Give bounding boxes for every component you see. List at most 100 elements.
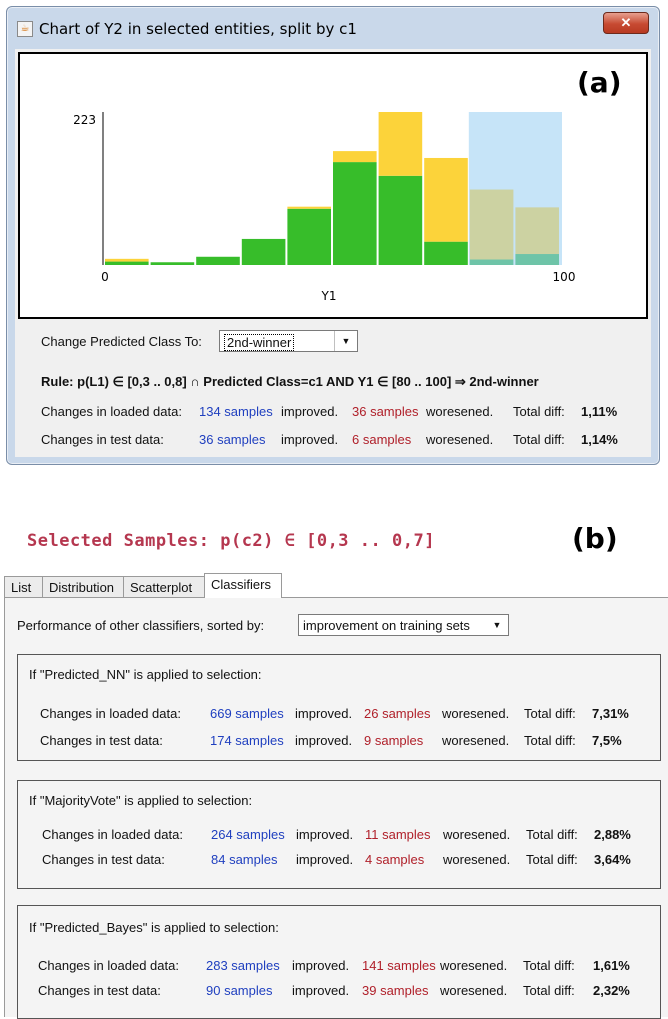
total-diff-label: Total diff: — [526, 827, 578, 842]
group-heading: If "MajorityVote" is applied to selectio… — [29, 793, 253, 808]
worsened-word: woresened. — [442, 733, 510, 748]
stat-label: Changes in test data: — [38, 983, 161, 998]
total-diff-label: Total diff: — [524, 733, 576, 748]
sort-value: improvement on training sets — [303, 618, 470, 633]
x-min-tick: 0 — [101, 270, 109, 284]
total-diff-value: 2,32% — [593, 983, 630, 998]
histogram-chart[interactable]: 223 0 100 Y1 — [20, 54, 646, 317]
improved-word: improved. — [281, 404, 339, 419]
total-diff-label: Total diff: — [513, 432, 565, 447]
bar-green-5[interactable] — [333, 162, 377, 265]
total-diff-label: Total diff: — [523, 958, 575, 973]
panel-tag-b: (b) — [572, 522, 618, 555]
total-diff-label: Total diff: — [524, 706, 576, 721]
total-diff-value: 2,88% — [594, 827, 631, 842]
stat-label: Changes in loaded data: — [38, 958, 179, 973]
bar-yellow-6[interactable] — [378, 112, 423, 176]
title-bar[interactable]: ☕ Chart of Y2 in selected entities, spli… — [7, 7, 659, 47]
chart-window: ☕ Chart of Y2 in selected entities, spli… — [6, 6, 660, 465]
bar-green-7[interactable] — [424, 241, 468, 265]
total-diff-label: Total diff: — [526, 852, 578, 867]
total-diff-value: 1,11% — [581, 404, 618, 419]
total-diff-value: 3,64% — [594, 852, 631, 867]
stat-label: Changes in loaded data: — [40, 706, 181, 721]
worsened-word: woresened. — [442, 706, 510, 721]
worsened-word: woresened. — [443, 827, 511, 842]
bar-green-6[interactable] — [378, 175, 423, 265]
improved-word: improved. — [295, 706, 353, 721]
classifier-group-majority-vote: If "MajorityVote" is applied to selectio… — [17, 780, 661, 889]
bar-yellow-8[interactable] — [469, 189, 514, 260]
total-diff-label: Total diff: — [523, 983, 575, 998]
rule-line: Rule: p(L1) ∈ [0,3 .. 0,8] ∩ Predicted C… — [41, 374, 539, 390]
stat-label: Changes in test data: — [40, 733, 163, 748]
rule-prefix: Rule: — [41, 374, 74, 389]
worsened-count: 4 samples — [365, 852, 425, 867]
window-title: Chart of Y2 in selected entities, split … — [39, 20, 357, 38]
rule-text: p(L1) ∈ [0,3 .. 0,8] ∩ Predicted Class=c… — [77, 374, 539, 389]
bar-green-1[interactable] — [150, 262, 195, 265]
worsened-count: 26 samples — [364, 706, 431, 721]
bar-green-9[interactable] — [515, 254, 559, 265]
improved-count: 84 samples — [211, 852, 278, 867]
stat-label: Changes in test data: — [42, 852, 165, 867]
change-class-label: Change Predicted Class To: — [41, 334, 202, 349]
bar-green-8[interactable] — [469, 259, 514, 265]
sort-select[interactable]: improvement on training sets ▼ — [298, 614, 509, 636]
close-button[interactable]: ✕ — [603, 12, 649, 34]
improved-word: improved. — [281, 432, 339, 447]
predicted-class-select[interactable]: 2nd-winner ▼ — [219, 330, 358, 352]
worsened-count: 39 samples — [362, 983, 429, 998]
bar-yellow-9[interactable] — [515, 207, 559, 255]
total-diff-value: 7,5% — [592, 733, 622, 748]
bar-green-3[interactable] — [241, 238, 286, 265]
total-diff-value: 1,61% — [593, 958, 630, 973]
worsened-count: 141 samples — [362, 958, 436, 973]
histogram-panel: (a) 223 0 100 Y1 — [18, 52, 648, 319]
worsened-count: 9 samples — [364, 733, 424, 748]
worsened-word: woresened. — [443, 852, 511, 867]
tab-classifiers[interactable]: Classifiers — [204, 573, 282, 598]
total-diff-value: 1,14% — [581, 432, 618, 447]
bar-yellow-7[interactable] — [424, 157, 468, 242]
improved-count: 90 samples — [206, 983, 273, 998]
improved-word: improved. — [296, 852, 354, 867]
improved-word: improved. — [292, 983, 350, 998]
predicted-class-value: 2nd-winner — [224, 334, 295, 351]
improved-word: improved. — [295, 733, 353, 748]
improved-count: 264 samples — [211, 827, 285, 842]
worsened-count: 11 samples — [365, 827, 431, 842]
total-diff-label: Total diff: — [513, 404, 565, 419]
stat-label: Changes in test data: — [41, 432, 164, 447]
worsened-word: woresened. — [440, 983, 508, 998]
selected-samples-title: Selected Samples: p(c2) ∈ [0,3 .. 0,7] — [27, 531, 435, 551]
worsened-word: woresened. — [426, 432, 494, 447]
tab-scatterplot[interactable]: Scatterplot — [123, 576, 205, 597]
tab-distribution[interactable]: Distribution — [42, 576, 124, 597]
total-diff-value: 7,31% — [592, 706, 629, 721]
improved-word: improved. — [292, 958, 350, 973]
group-heading: If "Predicted_Bayes" is applied to selec… — [29, 920, 279, 935]
sort-label: Performance of other classifiers, sorted… — [17, 618, 265, 633]
bar-green-2[interactable] — [196, 256, 240, 265]
java-app-icon: ☕ — [17, 21, 33, 37]
bar-yellow-0[interactable] — [105, 258, 149, 262]
bar-green-0[interactable] — [105, 261, 149, 265]
worsened-count: 6 samples — [352, 432, 412, 447]
improved-count: 669 samples — [210, 706, 284, 721]
window-client-area: (a) 223 0 100 Y1 Change Predicted Class … — [15, 49, 651, 457]
tab-list[interactable]: List — [4, 576, 43, 597]
bar-green-4[interactable] — [287, 208, 331, 265]
improved-count: 36 samples — [199, 432, 266, 447]
improved-count: 134 samples — [199, 404, 273, 419]
improved-count: 174 samples — [210, 733, 284, 748]
classifier-group-predicted-bayes: If "Predicted_Bayes" is applied to selec… — [17, 905, 661, 1019]
x-max-tick: 100 — [553, 270, 576, 284]
classifiers-tab-panel: Performance of other classifiers, sorted… — [4, 597, 668, 1019]
worsened-count: 36 samples — [352, 404, 419, 419]
bar-yellow-4[interactable] — [287, 206, 331, 209]
chevron-down-icon: ▼ — [334, 331, 357, 351]
worsened-word: woresened. — [440, 958, 508, 973]
stat-label: Changes in loaded data: — [41, 404, 182, 419]
bar-yellow-5[interactable] — [333, 151, 377, 163]
